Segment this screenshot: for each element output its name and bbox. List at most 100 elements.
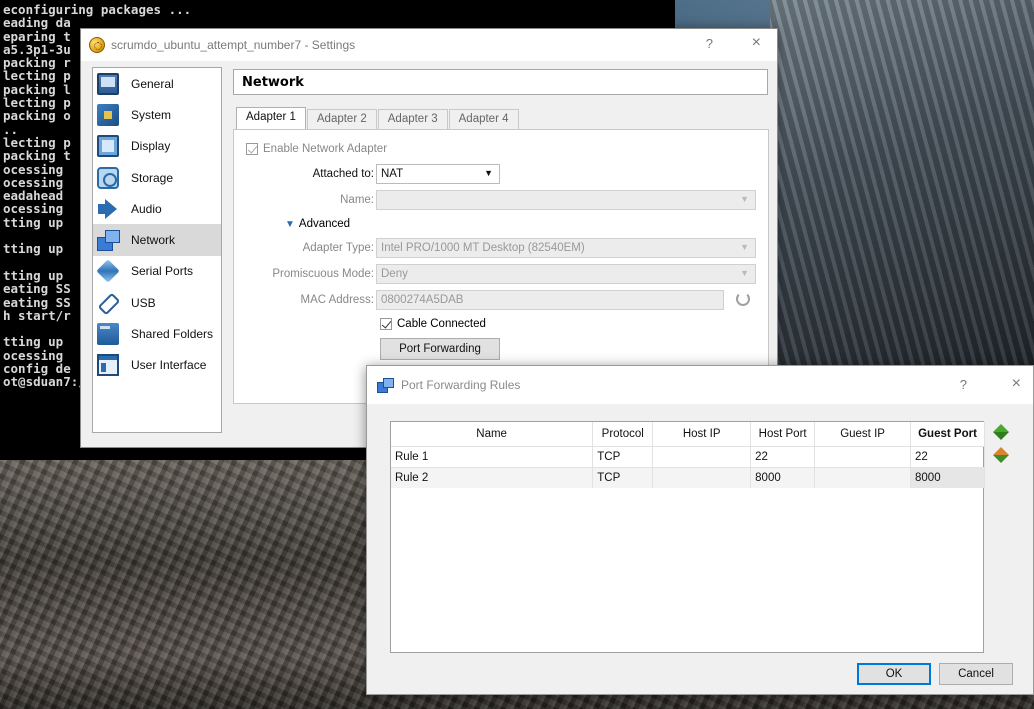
column-header[interactable]: Host Port: [750, 422, 816, 446]
column-header[interactable]: Protocol: [592, 422, 654, 446]
add-rule-icon: [993, 424, 1009, 440]
cell-name[interactable]: Rule 1: [391, 445, 594, 467]
promiscuous-select[interactable]: Deny ▼: [376, 264, 756, 284]
chevron-down-icon: ▼: [484, 168, 493, 178]
attached-to-select[interactable]: NAT ▼: [376, 164, 500, 184]
nav-item-serial-ports[interactable]: Serial Ports: [93, 256, 221, 287]
nav-label: Serial Ports: [131, 264, 194, 279]
nav-item-network[interactable]: Network: [93, 224, 221, 256]
cell-guest-ip[interactable]: [814, 445, 912, 467]
nav-label: Display: [131, 139, 171, 154]
cell-guest-ip[interactable]: [814, 466, 912, 488]
nav-label: General: [131, 76, 174, 91]
cell-host-port[interactable]: 22: [750, 445, 816, 467]
usb-icon: [97, 292, 119, 314]
remove-rule-button[interactable]: [993, 447, 1009, 463]
display-icon: [97, 135, 119, 158]
nav-item-audio[interactable]: Audio: [93, 193, 221, 224]
help-button[interactable]: ?: [960, 377, 967, 392]
nav-item-display[interactable]: Display: [93, 131, 221, 162]
column-header[interactable]: Name: [391, 422, 594, 446]
cable-connected-check[interactable]: [380, 318, 392, 330]
network-icon: [377, 378, 394, 393]
advanced-toggle[interactable]: ▼ Advanced: [285, 218, 350, 230]
column-header[interactable]: Guest IP: [814, 422, 912, 446]
column-header[interactable]: Host IP: [652, 422, 752, 446]
tab-adapter-4[interactable]: Adapter 4: [448, 109, 519, 129]
chevron-down-icon: ▼: [740, 194, 749, 204]
nav-item-storage[interactable]: Storage: [93, 162, 221, 193]
general-icon: [97, 72, 119, 95]
cable-connected-checkbox[interactable]: Cable Connected: [380, 318, 486, 330]
cancel-button[interactable]: Cancel: [939, 663, 1013, 685]
nav-label: System: [131, 107, 172, 122]
name-label: Name:: [340, 194, 374, 206]
promiscuous-value: Deny: [381, 268, 408, 280]
table-row[interactable]: Rule 1 TCP 22 22: [391, 445, 985, 467]
cell-protocol[interactable]: TCP: [592, 466, 654, 488]
settings-titlebar: scrumdo_ubuntu_attempt_number7 - Setting…: [81, 29, 777, 61]
cell-protocol[interactable]: TCP: [592, 445, 654, 467]
nav-label: Network: [131, 233, 176, 248]
table-row[interactable]: Rule 2 TCP 8000 8000: [391, 466, 985, 488]
wallpaper-cliff: [770, 0, 1034, 380]
rules-table[interactable]: Name Protocol Host IP Host Port Guest IP…: [390, 421, 985, 653]
chevron-down-icon: ▼: [740, 242, 749, 252]
cell-host-ip[interactable]: [652, 466, 752, 488]
table-header: Name Protocol Host IP Host Port Guest IP…: [391, 422, 985, 446]
close-button[interactable]: ×: [1012, 375, 1021, 393]
nav-label: USB: [131, 295, 156, 310]
cell-name[interactable]: Rule 2: [391, 466, 594, 488]
nav-label: Shared Folders: [131, 327, 214, 342]
mac-address-field[interactable]: 0800274A5DAB: [376, 290, 724, 310]
nav-item-usb[interactable]: USB: [93, 287, 221, 318]
section-title: Network: [233, 69, 768, 95]
nav-item-shared-folders[interactable]: Shared Folders: [93, 318, 221, 349]
attached-to-label: Attached to:: [312, 168, 374, 180]
cable-connected-label: Cable Connected: [397, 318, 486, 330]
close-button[interactable]: ×: [752, 34, 761, 52]
serial-ports-icon: [96, 259, 120, 284]
nav-label: Audio: [131, 201, 162, 216]
nav-item-system[interactable]: System: [93, 99, 221, 130]
enable-adapter-label: Enable Network Adapter: [263, 143, 388, 155]
tab-adapter-1[interactable]: Adapter 1: [236, 107, 306, 129]
virtualbox-app-icon: [89, 37, 105, 53]
adapter-tabs: Adapter 1 Adapter 2 Adapter 3 Adapter 4: [236, 107, 520, 129]
enable-adapter-check[interactable]: [246, 143, 258, 155]
tab-adapter-3[interactable]: Adapter 3: [377, 109, 448, 129]
nav-item-user-interface[interactable]: User Interface: [93, 350, 221, 381]
mac-address-value: 0800274A5DAB: [381, 294, 464, 306]
column-header[interactable]: Guest Port: [910, 422, 985, 446]
storage-icon: [97, 166, 119, 189]
nav-item-general[interactable]: General: [93, 68, 221, 99]
promiscuous-label: Promiscuous Mode:: [272, 268, 374, 280]
ok-button[interactable]: OK: [857, 663, 931, 685]
cell-host-port[interactable]: 8000: [750, 466, 816, 488]
port-forwarding-titlebar: Port Forwarding Rules ? ×: [367, 366, 1033, 404]
port-forwarding-title: Port Forwarding Rules: [401, 378, 521, 392]
remove-rule-icon: [993, 447, 1009, 463]
port-forwarding-button[interactable]: Port Forwarding: [380, 338, 500, 360]
network-icon: [97, 229, 120, 252]
mac-label: MAC Address:: [300, 294, 375, 306]
add-rule-button[interactable]: [993, 424, 1009, 440]
help-button[interactable]: ?: [706, 36, 713, 51]
terminal-line: econfiguring packages ...: [3, 2, 192, 17]
adapter-pane: Enable Network Adapter Attached to: NAT …: [233, 129, 769, 404]
name-select[interactable]: ▼: [376, 190, 756, 210]
expand-arrow-icon: ▼: [285, 218, 295, 230]
adapter-type-select[interactable]: Intel PRO/1000 MT Desktop (82540EM) ▼: [376, 238, 756, 258]
cell-guest-port[interactable]: 22: [910, 445, 985, 467]
system-icon: [97, 103, 119, 126]
tab-adapter-2[interactable]: Adapter 2: [306, 109, 377, 129]
enable-adapter-checkbox[interactable]: Enable Network Adapter: [246, 143, 387, 155]
cell-guest-port[interactable]: 8000: [910, 466, 985, 488]
adapter-type-value: Intel PRO/1000 MT Desktop (82540EM): [381, 242, 585, 254]
refresh-mac-icon[interactable]: [736, 292, 750, 306]
attached-to-value: NAT: [381, 168, 404, 180]
chevron-down-icon: ▼: [740, 268, 749, 278]
audio-icon: [97, 198, 119, 220]
shared-folders-icon: [97, 323, 119, 346]
cell-host-ip[interactable]: [652, 445, 752, 467]
